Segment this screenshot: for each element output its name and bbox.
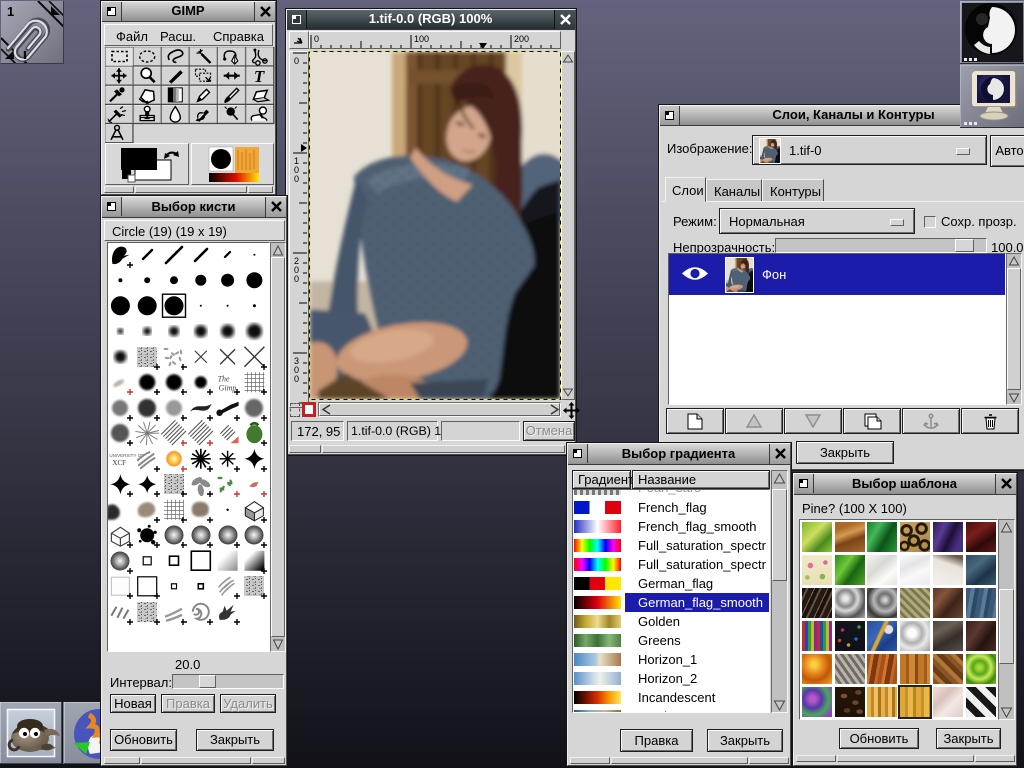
- svg-text:XCF: XCF: [112, 459, 126, 467]
- svg-text:0: 0: [314, 34, 319, 44]
- svg-text:1: 1: [7, 4, 14, 19]
- svg-text:UNIVERSITY OF: UNIVERSITY OF: [109, 453, 144, 458]
- svg-text:T: T: [254, 67, 265, 86]
- svg-text:0: 0: [294, 274, 299, 284]
- svg-text:200: 200: [514, 34, 529, 44]
- svg-text:The: The: [218, 374, 230, 383]
- svg-text:Gimp: Gimp: [219, 383, 237, 392]
- svg-text:0: 0: [294, 56, 299, 66]
- svg-text:100: 100: [414, 34, 429, 44]
- svg-text:0: 0: [294, 174, 299, 184]
- svg-text:0: 0: [294, 374, 299, 384]
